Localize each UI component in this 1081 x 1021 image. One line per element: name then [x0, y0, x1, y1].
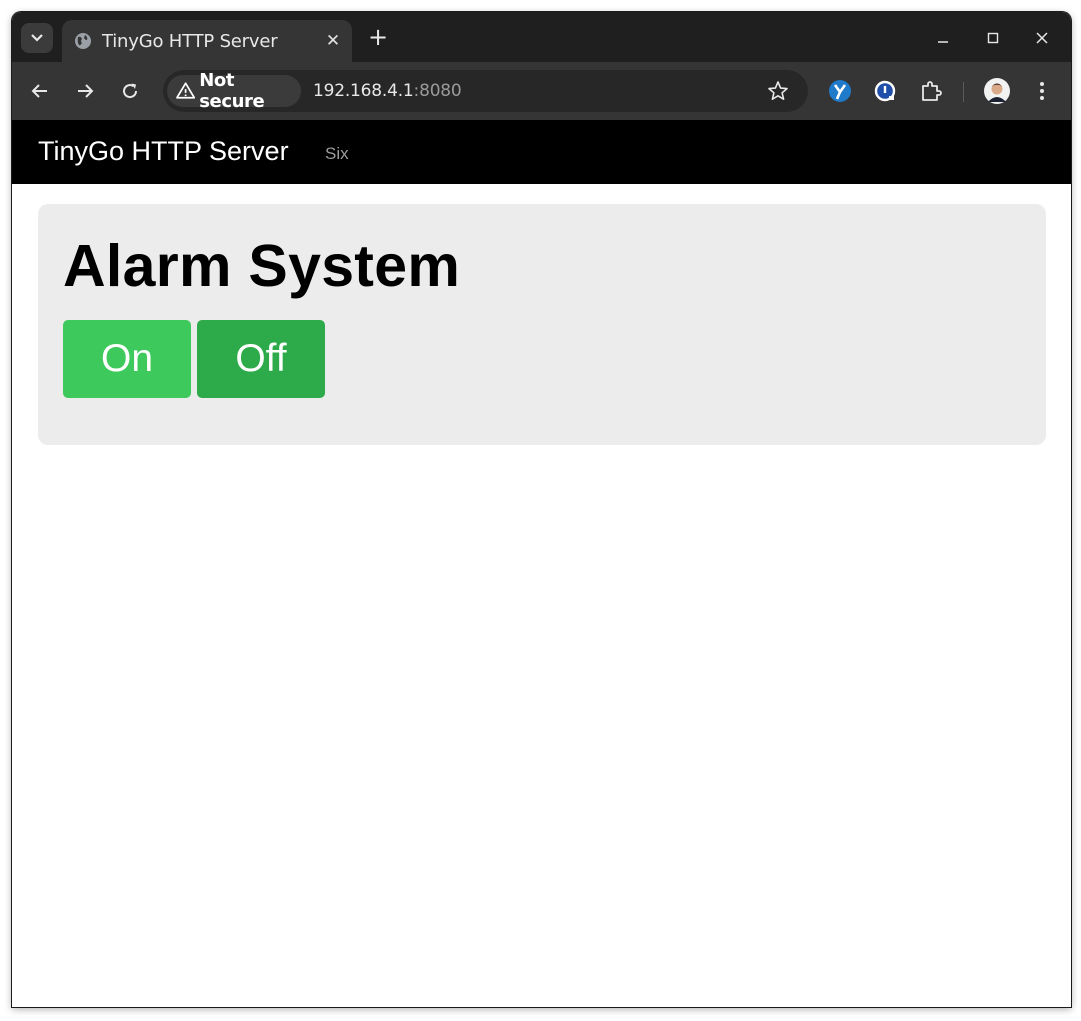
address-bar[interactable]: Not secure 192.168.4.1:8080 [163, 70, 808, 112]
close-icon [1036, 32, 1048, 44]
url-host: 192.168.4.1 [313, 81, 414, 101]
bookmark-button[interactable] [766, 79, 790, 103]
site-brand[interactable]: TinyGo HTTP Server [38, 136, 289, 167]
more-vertical-icon [1040, 82, 1044, 100]
browser-window: TinyGo HTTP Server ✕ + Not secure 192.16… [12, 12, 1071, 1007]
arrow-right-icon [78, 84, 94, 98]
on-button[interactable]: On [63, 320, 191, 398]
security-chip[interactable]: Not secure [167, 70, 301, 112]
maximize-icon [987, 32, 999, 44]
off-button[interactable]: Off [197, 320, 325, 398]
tab-strip: TinyGo HTTP Server ✕ + [12, 12, 1071, 62]
y-extension-icon [829, 80, 851, 102]
reload-button[interactable] [118, 79, 142, 103]
star-icon [768, 81, 788, 100]
tab-search-button[interactable] [21, 23, 53, 53]
tab-active[interactable]: TinyGo HTTP Server ✕ [62, 20, 352, 62]
minimize-button[interactable] [931, 26, 955, 50]
password-manager-icon [874, 80, 896, 102]
profile-button[interactable] [984, 78, 1010, 104]
forward-button[interactable] [73, 79, 97, 103]
url-text[interactable]: 192.168.4.1:8080 [313, 81, 462, 101]
back-button[interactable] [28, 79, 52, 103]
reload-icon [123, 83, 138, 99]
maximize-button[interactable] [981, 26, 1005, 50]
extension-y-button[interactable] [827, 78, 853, 104]
arrow-left-icon [31, 84, 47, 98]
new-tab-button[interactable]: + [366, 25, 390, 49]
url-port: :8080 [413, 81, 462, 101]
tab-close-icon[interactable]: ✕ [324, 32, 342, 50]
globe-icon [75, 33, 91, 49]
tab-title: TinyGo HTTP Server [102, 31, 278, 52]
puzzle-icon [922, 81, 942, 101]
close-window-button[interactable] [1030, 26, 1054, 50]
site-navbar: TinyGo HTTP Server Six [12, 120, 1071, 184]
extensions-button[interactable] [918, 78, 944, 104]
chevron-down-icon [31, 34, 43, 42]
browser-toolbar: Not secure 192.168.4.1:8080 [12, 62, 1071, 120]
warning-icon [176, 82, 196, 99]
menu-button[interactable] [1029, 78, 1055, 104]
web-page: TinyGo HTTP Server Six Alarm System On O… [12, 120, 1071, 1007]
avatar [984, 78, 1010, 104]
extension-password-button[interactable] [873, 78, 899, 104]
jumbotron: Alarm System On Off [38, 204, 1046, 445]
page-title: Alarm System [63, 233, 461, 299]
toolbar-separator [963, 82, 964, 102]
minimize-icon [938, 41, 948, 43]
security-label: Not secure [199, 70, 265, 112]
nav-link-six[interactable]: Six [325, 144, 349, 164]
